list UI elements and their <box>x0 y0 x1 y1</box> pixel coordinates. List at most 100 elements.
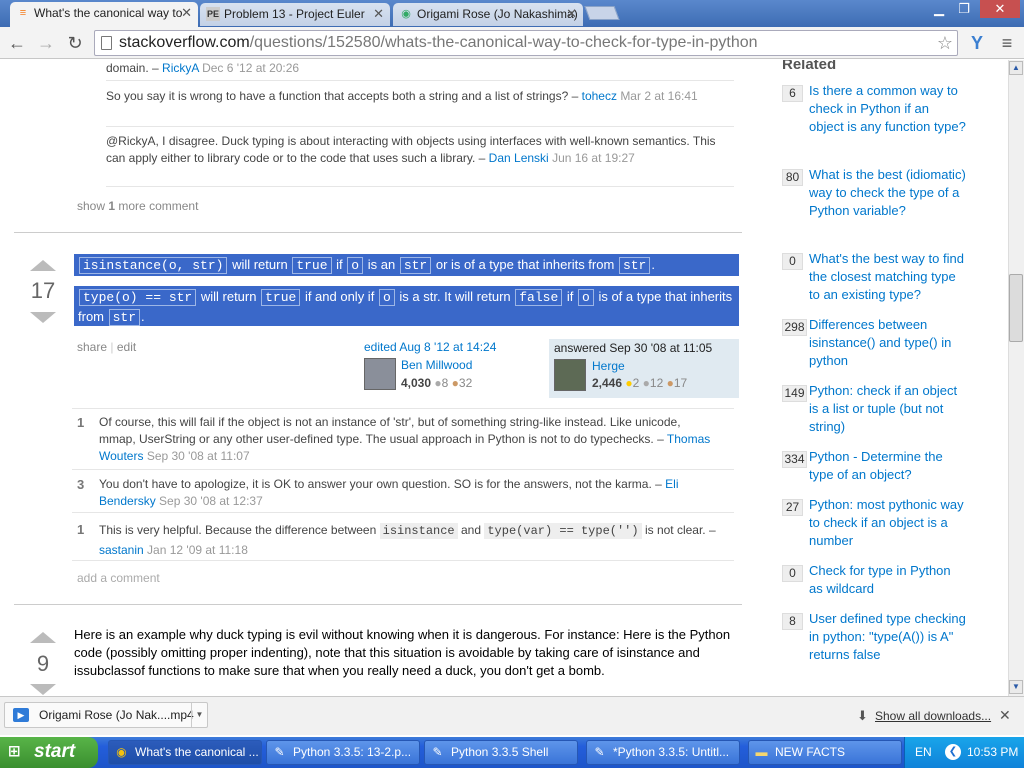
downvote-button[interactable] <box>30 312 56 323</box>
close-icon[interactable]: ✕ <box>181 2 192 24</box>
related-link[interactable]: Is there a common way to check in Python… <box>809 82 967 136</box>
comment-user[interactable]: tohecz <box>582 89 617 103</box>
task-label: What's the canonical ... <box>135 745 259 759</box>
tab-origami-rose[interactable]: ◉ Origami Rose (Jo Nakashima) ✕ <box>393 3 583 26</box>
close-icon[interactable]: ✕ <box>566 3 577 25</box>
vertical-scrollbar[interactable] <box>1008 60 1024 696</box>
menu-icon[interactable]: ≡ <box>996 32 1018 54</box>
divider <box>106 186 734 187</box>
show-all-downloads-link[interactable]: Show all downloads... <box>875 709 991 723</box>
tab-stackoverflow[interactable]: ≡ What's the canonical way to ✕ <box>10 2 198 27</box>
upvote-button[interactable] <box>30 632 56 643</box>
add-comment-link[interactable]: add a comment <box>77 571 160 585</box>
related-link[interactable]: What's the best way to find the closest … <box>809 250 967 304</box>
upvote-button[interactable] <box>30 260 56 271</box>
share-link[interactable]: share <box>77 340 107 354</box>
minimize-icon[interactable]: ▁ <box>928 0 950 18</box>
answer-text: or is of a type that inherits from <box>435 257 615 272</box>
comment: @RickyA, I disagree. Duck typing is abou… <box>106 133 726 167</box>
separator: | <box>110 340 114 354</box>
user-name[interactable]: Herge <box>592 359 625 373</box>
extension-icon[interactable]: Y <box>966 32 988 54</box>
comment: So you say it is wrong to have a functio… <box>106 88 726 105</box>
task-label: Python 3.3.5 Shell <box>451 745 549 759</box>
close-window-icon[interactable]: ✕ <box>980 0 1020 18</box>
vote-count: 17 <box>30 278 56 303</box>
edited-label[interactable]: edited Aug 8 '12 at 14:24 <box>364 340 544 354</box>
youtube-icon: ◉ <box>401 8 411 20</box>
downvote-button[interactable] <box>30 684 56 695</box>
new-tab-button[interactable] <box>584 6 620 20</box>
comment-user[interactable]: RickyA <box>162 61 199 75</box>
scrollbar-thumb[interactable] <box>1009 274 1023 342</box>
vote-count: 9 <box>36 651 50 676</box>
comment: Of course, this will fail if the object … <box>99 414 719 465</box>
comment-text: and <box>460 523 482 537</box>
user-name[interactable]: Ben Millwood <box>401 358 472 372</box>
close-icon[interactable]: ✕ <box>999 707 1011 724</box>
answer-divider <box>14 232 742 233</box>
tab-title: Origami Rose (Jo Nakashima) <box>417 7 578 21</box>
download-item[interactable]: ▶ Origami Rose (Jo Nak....mp4 ▼ <box>4 702 208 728</box>
taskbar-item-folder[interactable]: ▬ NEW FACTS <box>748 740 902 765</box>
taskbar-item-python-shell[interactable]: ✎ Python 3.3.5 Shell <box>424 740 578 765</box>
related-link[interactable]: Differences between isinstance() and typ… <box>809 316 967 370</box>
inline-code: str <box>618 257 651 274</box>
comment-user[interactable]: Dan Lenski <box>489 151 549 165</box>
maximize-icon[interactable]: ❐ <box>953 0 975 18</box>
tray-app-icon[interactable]: ❮ <box>945 744 961 760</box>
related-link[interactable]: What is the best (idiomatic) way to chec… <box>809 166 967 220</box>
url-path: /questions/152580/whats-the-canonical-wa… <box>249 34 758 51</box>
avatar[interactable] <box>554 359 586 391</box>
related-link[interactable]: Python - Determine the type of an object… <box>809 448 967 484</box>
avatar[interactable] <box>364 358 396 390</box>
answer-text: if and only if <box>304 289 375 304</box>
address-bar[interactable]: stackoverflow.com/questions/152580/whats… <box>94 30 958 56</box>
back-icon[interactable]: ← <box>6 32 28 54</box>
comment-user[interactable]: sastanin <box>99 543 144 557</box>
comment-text: So you say it is wrong to have a functio… <box>106 89 579 103</box>
project-euler-icon: PE <box>206 7 220 21</box>
close-icon[interactable]: ✕ <box>373 3 384 25</box>
start-button[interactable]: ⊞ start <box>0 737 98 768</box>
divider <box>72 512 734 513</box>
edit-link[interactable]: edit <box>117 340 136 354</box>
answered-signature: answered Sep 30 '08 at 11:05 Herge 2,446… <box>549 339 739 398</box>
forward-icon[interactable]: → <box>35 32 57 54</box>
comment-score: 1 <box>77 415 85 430</box>
chevron-down-icon[interactable]: ▼ <box>191 703 207 727</box>
comment-text: Of course, this will fail if the object … <box>99 415 681 446</box>
python-icon: ✎ <box>432 745 443 759</box>
show-more-count: 1 <box>108 199 116 213</box>
python-icon: ✎ <box>274 745 285 759</box>
show-more-suffix: more comment <box>118 199 199 213</box>
taskbar-item-python-untitled[interactable]: ✎ *Python 3.3.5: Untitl... <box>586 740 740 765</box>
related-link[interactable]: User defined type checking in python: "t… <box>809 610 967 664</box>
task-label: NEW FACTS <box>775 745 846 759</box>
related-link[interactable]: Check for type in Python as wildcard <box>809 562 967 598</box>
related-score: 334 <box>782 451 807 468</box>
divider <box>72 469 734 470</box>
chrome-icon: ◉ <box>116 745 127 759</box>
related-score: 298 <box>782 319 807 336</box>
related-link[interactable]: Python: most pythonic way to check if an… <box>809 496 967 550</box>
bronze-count: 17 <box>673 376 688 390</box>
scroll-down-icon[interactable]: ▼ <box>1009 680 1023 694</box>
language-indicator[interactable]: EN <box>915 737 932 768</box>
comment: domain. – RickyA Dec 6 '12 at 20:26 <box>106 60 726 77</box>
tab-project-euler[interactable]: PE Problem 13 - Project Euler ✕ <box>200 3 390 26</box>
comment-text: You don't have to apologize, it is OK to… <box>99 477 662 491</box>
show-more-comments-link[interactable]: show 1 more comment <box>77 199 198 213</box>
show-more-prefix: show <box>77 199 106 213</box>
related-score: 80 <box>782 169 803 186</box>
taskbar-item-python-editor[interactable]: ✎ Python 3.3.5: 13-2.p... <box>266 740 420 765</box>
silver-badge-icon: ● <box>434 376 442 390</box>
bookmark-star-icon[interactable]: ☆ <box>937 31 953 55</box>
task-label: Python 3.3.5: 13-2.p... <box>293 745 412 759</box>
scroll-up-icon[interactable]: ▲ <box>1009 61 1023 75</box>
taskbar-item-chrome[interactable]: ◉ What's the canonical ... <box>108 740 262 765</box>
reload-icon[interactable]: ↻ <box>64 32 86 54</box>
page-content: domain. – RickyA Dec 6 '12 at 20:26 So y… <box>0 60 1008 696</box>
inline-code: o <box>378 289 395 306</box>
related-link[interactable]: Python: check if an object is a list or … <box>809 382 967 436</box>
